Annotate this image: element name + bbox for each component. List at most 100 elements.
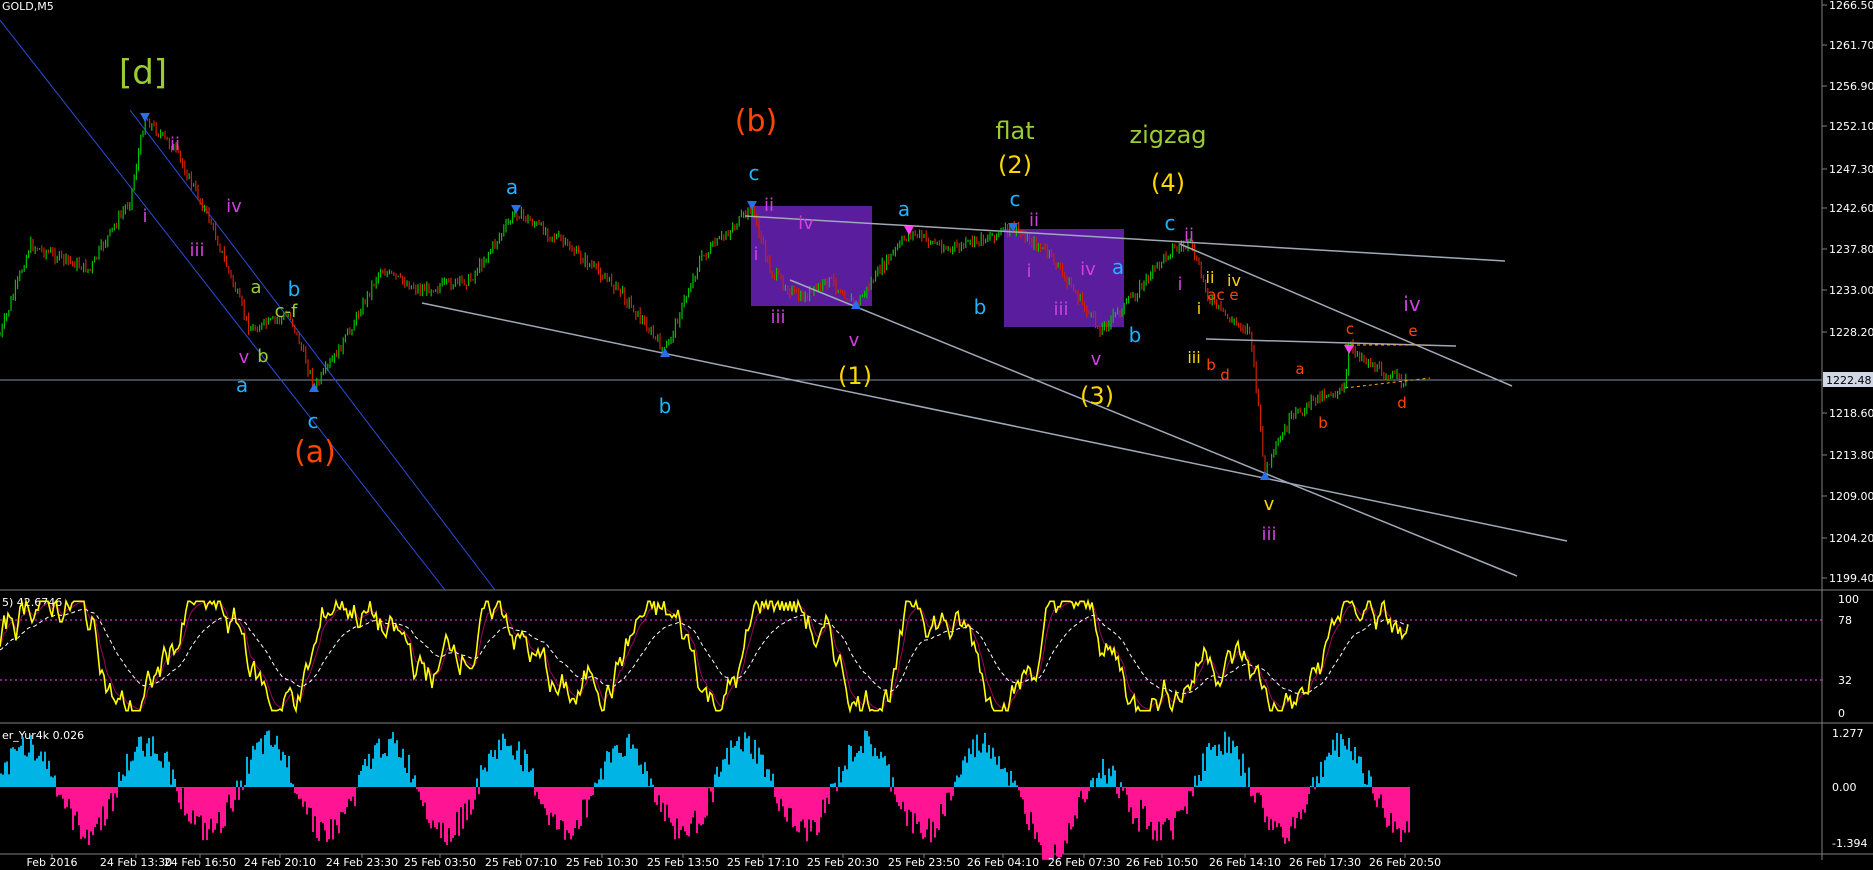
histogram-bar bbox=[1008, 785, 1010, 787]
histogram-bar bbox=[1200, 781, 1202, 787]
histogram-bar bbox=[830, 783, 832, 787]
histogram-bar bbox=[6, 761, 8, 787]
time-tick-label: 25 Feb 07:10 bbox=[485, 856, 557, 869]
histogram-bar bbox=[458, 787, 460, 836]
histogram-bar bbox=[80, 787, 82, 839]
histogram-bar bbox=[1002, 768, 1004, 787]
histogram-bar bbox=[1020, 787, 1022, 797]
histogram-bar bbox=[412, 778, 414, 787]
histogram-bar bbox=[500, 750, 502, 787]
histogram-bar bbox=[1006, 772, 1008, 787]
histogram-bar bbox=[506, 746, 508, 787]
histogram-bar bbox=[1286, 787, 1288, 838]
histogram-bar bbox=[680, 787, 682, 830]
histogram-bar bbox=[640, 764, 642, 787]
wave-label-iii: iii bbox=[1261, 524, 1276, 545]
histogram-bar bbox=[20, 745, 22, 787]
histogram-bar bbox=[966, 762, 968, 787]
histogram-bar bbox=[1046, 787, 1048, 860]
histogram-bar bbox=[444, 787, 446, 843]
histogram-bar bbox=[408, 754, 410, 787]
wave-label-d: d bbox=[1220, 366, 1230, 384]
time-tick-label: Feb 2016 bbox=[27, 856, 78, 869]
histogram-bar bbox=[360, 770, 362, 787]
histogram-bar bbox=[244, 785, 246, 787]
histogram-bar bbox=[1162, 787, 1164, 825]
histogram-bar bbox=[292, 784, 294, 787]
histogram-bar bbox=[754, 740, 756, 787]
histogram-bar bbox=[570, 787, 572, 840]
histogram-bar bbox=[1374, 787, 1376, 801]
histogram-bar bbox=[1052, 787, 1054, 860]
histogram-bar bbox=[1048, 787, 1050, 860]
histogram-bar bbox=[86, 787, 88, 830]
histogram-bar bbox=[1260, 787, 1262, 795]
time-tick-label: 26 Feb 14:10 bbox=[1209, 856, 1281, 869]
histogram-bar bbox=[8, 774, 10, 787]
histogram-bar bbox=[1012, 782, 1014, 787]
histogram-bar bbox=[1292, 787, 1294, 817]
histogram-bar bbox=[838, 766, 840, 787]
histogram-bar bbox=[1174, 787, 1176, 818]
time-tick-label: 25 Feb 10:30 bbox=[566, 856, 638, 869]
histogram-bar bbox=[206, 787, 208, 840]
histogram-bar bbox=[1154, 787, 1156, 831]
wave-label-ii: ii bbox=[1184, 225, 1194, 246]
histogram-bar bbox=[1202, 753, 1204, 787]
current-price-label: 1222.48 bbox=[1826, 374, 1872, 387]
histogram-bar bbox=[468, 787, 470, 800]
histogram-bar bbox=[692, 787, 694, 818]
histogram-bar bbox=[456, 787, 458, 812]
histogram-bar bbox=[426, 787, 428, 820]
histogram-bar bbox=[1158, 787, 1160, 822]
histogram-bar bbox=[1298, 787, 1300, 812]
histogram-bar bbox=[1170, 787, 1172, 831]
histogram-bar bbox=[716, 766, 718, 787]
histogram-bar bbox=[1112, 765, 1114, 787]
histogram-bar bbox=[1220, 751, 1222, 787]
oscillator-histogram bbox=[0, 730, 1410, 860]
histogram-bar bbox=[352, 787, 354, 797]
histogram-bar bbox=[440, 787, 442, 839]
histogram-bar bbox=[162, 767, 164, 787]
histogram-bar bbox=[514, 759, 516, 787]
histogram-bar bbox=[800, 787, 802, 822]
histogram-bar bbox=[720, 771, 722, 787]
histogram-bar bbox=[430, 787, 432, 829]
histogram-bar bbox=[1070, 787, 1072, 830]
time-tick-label: 26 Feb 17:30 bbox=[1289, 856, 1361, 869]
histogram-bar bbox=[988, 744, 990, 787]
histogram-bar bbox=[670, 787, 672, 823]
wave-label-c: c bbox=[1010, 187, 1021, 211]
histogram-bar bbox=[948, 787, 950, 793]
histogram-bar bbox=[1228, 736, 1230, 787]
histogram-bar bbox=[1018, 787, 1020, 791]
histogram-bar bbox=[118, 772, 120, 787]
histogram-bar bbox=[980, 752, 982, 787]
histogram-bar bbox=[654, 787, 656, 803]
histogram-bar bbox=[696, 787, 698, 833]
histogram-bar bbox=[1382, 787, 1384, 809]
histogram-bar bbox=[224, 787, 226, 827]
histogram-bar bbox=[78, 787, 80, 826]
histogram-bar bbox=[44, 751, 46, 787]
histogram-bar bbox=[760, 754, 762, 787]
histogram-bar bbox=[1216, 755, 1218, 787]
histogram-bar bbox=[262, 754, 264, 787]
stochastic-panel: 5) 42.6746 10078320 bbox=[0, 593, 1859, 720]
histogram-bar bbox=[156, 754, 158, 787]
histogram-bar bbox=[718, 776, 720, 787]
histogram-bar bbox=[222, 787, 224, 828]
histogram-bar bbox=[492, 757, 494, 787]
main-panel bbox=[0, 0, 1822, 590]
histogram-bar bbox=[598, 779, 600, 787]
wave-label-flat: flat bbox=[995, 117, 1034, 145]
histogram-bar bbox=[738, 736, 740, 787]
histogram-bar bbox=[664, 787, 666, 822]
histogram-bar bbox=[1310, 785, 1312, 787]
histogram-bar bbox=[378, 738, 380, 787]
histogram-bar bbox=[1290, 787, 1292, 827]
histogram-bar bbox=[1116, 787, 1118, 794]
histogram-bar bbox=[846, 769, 848, 787]
histogram-bar bbox=[958, 777, 960, 787]
